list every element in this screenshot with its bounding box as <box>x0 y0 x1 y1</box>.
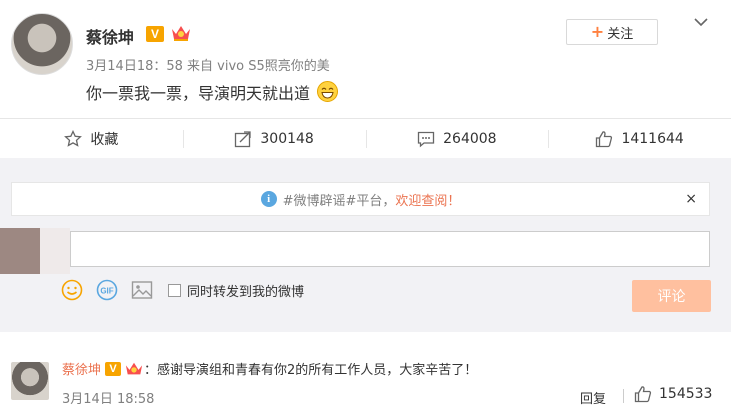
like-button[interactable]: 1411644 <box>548 119 731 158</box>
sync-repost-checkbox[interactable] <box>168 283 181 297</box>
gif-button[interactable]: GIF <box>95 278 119 302</box>
repost-count: 300148 <box>260 130 314 147</box>
post-text: 你一票我一票，导演明天就出道 <box>86 80 339 104</box>
submit-comment-button[interactable]: 评论 <box>632 280 711 312</box>
post-text-content: 你一票我一票，导演明天就出道 <box>86 84 311 103</box>
post-time[interactable]: 3月14日18：58 来自 <box>86 59 213 74</box>
comment-like-count: 154533 <box>659 386 713 402</box>
notice-link[interactable]: 欢迎查阅！ <box>395 190 460 209</box>
member-crown-icon <box>125 362 143 374</box>
thumbs-up-icon <box>634 386 652 403</box>
post-action-bar: 收藏 300148 264008 1411644 <box>0 118 731 158</box>
share-icon <box>235 130 252 147</box>
plus-icon: + <box>590 22 605 41</box>
comment-like-button[interactable]: 154533 <box>634 385 712 403</box>
verified-badge-icon: V <box>105 361 122 376</box>
post-meta: 3月14日18：58 来自 vivo S5照亮你的美 <box>86 55 330 74</box>
rumor-notice: i #微博辟谣#平台， 欢迎查阅！ × <box>11 182 710 216</box>
grin-emoji-icon <box>317 81 339 102</box>
close-icon[interactable]: × <box>685 191 697 207</box>
thumbs-up-icon <box>596 130 613 147</box>
composer-toolbar: GIF 同时转发到我的微博 <box>60 278 304 302</box>
comment-button[interactable]: 264008 <box>365 119 549 158</box>
comment-line: 蔡徐坤 V ：感谢导演组和青春有你2的所有工作人员，大家辛苦了！ <box>62 359 477 378</box>
post-device[interactable]: vivo S5照亮你的美 <box>217 59 330 74</box>
follow-label: 关注 <box>607 26 634 42</box>
comment-input[interactable] <box>70 231 710 267</box>
star-icon <box>64 129 83 147</box>
info-icon: i <box>260 191 277 207</box>
notice-prefix[interactable]: #微博辟谣#平台， <box>283 190 396 209</box>
smiley-icon <box>61 279 83 301</box>
verified-badge-icon: V <box>146 26 164 42</box>
follow-button[interactable]: + 关注 <box>566 19 658 45</box>
emoji-button[interactable] <box>60 278 84 302</box>
comment-text: ：感谢导演组和青春有你2的所有工作人员，大家辛苦了！ <box>144 363 478 378</box>
comment-composer: i #微博辟谣#平台， 欢迎查阅！ × GIF 同时转发到我的微博 评论 <box>0 158 731 332</box>
comment-item: 蔡徐坤 V ：感谢导演组和青春有你2的所有工作人员，大家辛苦了！ 3月14日 1… <box>0 346 731 409</box>
commenter-avatar[interactable] <box>11 362 49 400</box>
favorite-label: 收藏 <box>90 131 119 148</box>
sync-repost-label[interactable]: 同时转发到我的微博 <box>187 281 304 300</box>
chevron-down-icon[interactable] <box>693 16 709 28</box>
like-count: 1411644 <box>621 130 684 147</box>
commenter-name[interactable]: 蔡徐坤 <box>62 359 101 378</box>
comment-icon <box>417 131 435 147</box>
author-avatar[interactable] <box>11 13 73 75</box>
post-author-name[interactable]: 蔡徐坤 <box>86 24 134 48</box>
post-header: 蔡徐坤 V 3月14日18：58 来自 vivo S5照亮你的美 你一票我一票，… <box>0 0 731 118</box>
current-user-avatar <box>0 228 70 274</box>
comment-time: 3月14日 18:58 <box>62 392 155 407</box>
image-icon <box>131 281 153 299</box>
gif-icon: GIF <box>96 279 118 301</box>
svg-text:GIF: GIF <box>100 287 113 296</box>
member-crown-icon <box>172 26 190 41</box>
comment-count: 264008 <box>443 130 497 147</box>
favorite-button[interactable]: 收藏 <box>0 119 183 158</box>
repost-button[interactable]: 300148 <box>182 119 366 158</box>
reply-button[interactable]: 回复 <box>580 388 606 407</box>
image-button[interactable] <box>130 278 154 302</box>
divider <box>623 389 624 403</box>
